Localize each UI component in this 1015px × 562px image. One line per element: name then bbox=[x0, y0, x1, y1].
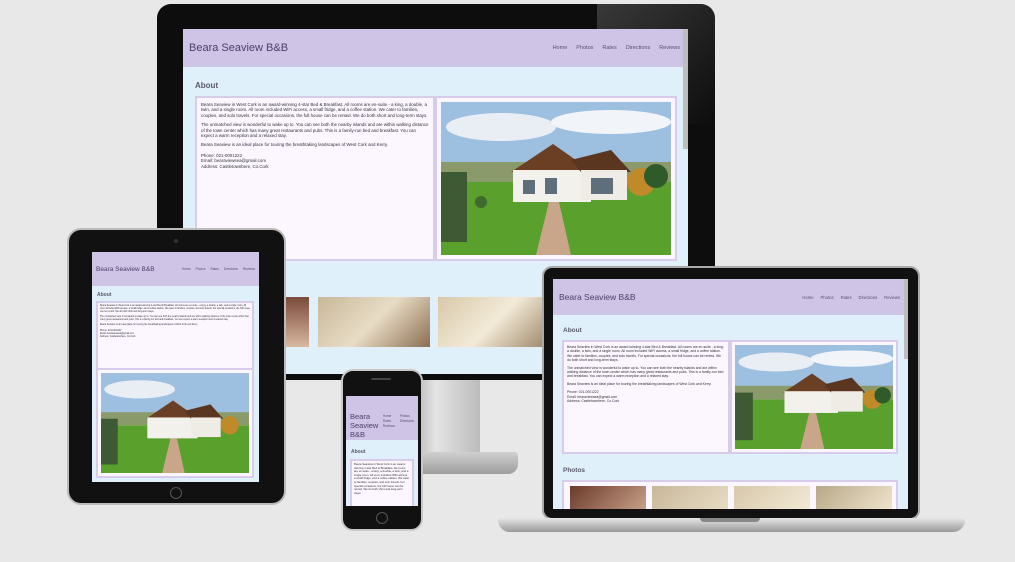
phone-speaker bbox=[371, 378, 391, 380]
tablet-para-3: Beara Seaview is an ideal place for tour… bbox=[100, 324, 198, 326]
about-para-1: Beara Seaview in West Cork is an award-w… bbox=[201, 102, 428, 118]
tablet-about-heading: About bbox=[97, 292, 112, 298]
laptop-nav-reviews[interactable]: Reviews bbox=[884, 295, 900, 300]
tablet-brand[interactable]: Beara Seaview B&B bbox=[96, 266, 155, 273]
laptop-room-1 bbox=[570, 486, 646, 509]
laptop-house-photo bbox=[735, 345, 893, 449]
tablet-nav-directions[interactable]: Directions bbox=[224, 267, 238, 271]
phone-nav-reviews[interactable]: Reviews bbox=[383, 424, 395, 428]
laptop-notch bbox=[700, 518, 760, 522]
laptop-brand[interactable]: Beara Seaview B&B bbox=[559, 292, 636, 302]
house-image bbox=[441, 102, 671, 255]
about-heading: About bbox=[195, 81, 219, 90]
tablet-nav: Home Photos Rates Directions Reviews bbox=[182, 267, 255, 271]
tablet-para-1: Beara Seaview in West Cork is an award-w… bbox=[100, 305, 250, 313]
tablet-nav-reviews[interactable]: Reviews bbox=[243, 267, 255, 271]
phone-para-1: Beara Seaview in West Cork is an award-w… bbox=[354, 462, 410, 495]
room-photo-3 bbox=[438, 297, 550, 347]
nav-directions[interactable]: Directions bbox=[626, 45, 650, 51]
laptop-photo-box bbox=[730, 340, 898, 454]
tablet-house-photo bbox=[101, 373, 249, 473]
phone-about-heading: About bbox=[351, 449, 366, 455]
laptop-site-header: Beara Seaview B&B Home Photos Rates Dire… bbox=[553, 279, 908, 315]
laptop-room-2 bbox=[652, 486, 728, 509]
nav-home[interactable]: Home bbox=[553, 45, 568, 51]
laptop-screen: Beara Seaview B&B Home Photos Rates Dire… bbox=[553, 279, 908, 509]
laptop-nav-home[interactable]: Home bbox=[802, 295, 813, 300]
laptop-photos-box bbox=[562, 480, 898, 509]
about-para-3: Beara Seaview is an ideal place for tour… bbox=[201, 142, 389, 148]
laptop-para-3: Beara Seaview is an ideal place for tour… bbox=[567, 381, 712, 386]
laptop-para-2: The unmatched view is wonderful to wake … bbox=[567, 365, 724, 379]
site-header: Beara Seaview B&B Home Photos Rates Dire… bbox=[183, 29, 688, 67]
phone-about-box: Beara Seaview in West Cork is an award-w… bbox=[350, 459, 414, 506]
nav-rates[interactable]: Rates bbox=[602, 45, 616, 51]
laptop-about-box: Beara Seaview in West Cork is an award-w… bbox=[562, 340, 730, 454]
room-photo-2 bbox=[318, 297, 430, 347]
laptop-nav: Home Photos Rates Directions Reviews bbox=[802, 295, 900, 300]
tablet-nav-rates[interactable]: Rates bbox=[210, 267, 218, 271]
tablet-nav-photos[interactable]: Photos bbox=[196, 267, 206, 271]
laptop-photos-heading: Photos bbox=[563, 467, 586, 474]
tablet-nav-home[interactable]: Home bbox=[182, 267, 191, 271]
tablet-about-box: Beara Seaview in West Cork is an award-w… bbox=[96, 301, 254, 371]
laptop-nav-photos[interactable]: Photos bbox=[821, 295, 834, 300]
phone-screen: Beara Seaview B&B Home Photos Rates Dire… bbox=[346, 396, 418, 506]
tablet-home-button[interactable] bbox=[170, 487, 182, 499]
laptop-nav-rates[interactable]: Rates bbox=[841, 295, 852, 300]
house-photo bbox=[441, 102, 671, 255]
laptop-nav-directions[interactable]: Directions bbox=[859, 295, 878, 300]
phone-nav-rates[interactable]: Rates bbox=[383, 419, 395, 423]
laptop-room-4 bbox=[816, 486, 892, 509]
phone-nav-directions[interactable]: Directions bbox=[400, 419, 414, 423]
about-photo-box bbox=[435, 96, 677, 261]
about-address: Address: Castletownbere, Co.Cork bbox=[201, 163, 269, 169]
laptop-house-image bbox=[735, 345, 893, 449]
about-para-2: The unmatched view is wonderful to wake … bbox=[201, 122, 429, 139]
tablet-photo-box bbox=[96, 368, 254, 478]
scrollbar[interactable] bbox=[683, 29, 688, 149]
laptop-about-heading: About bbox=[563, 327, 582, 334]
tablet-screen: Beara Seaview B&B Home Photos Rates Dire… bbox=[92, 252, 259, 482]
tablet-address: Address: Castletownbere, Co.Cork bbox=[100, 336, 136, 338]
phone-nav: Home Photos Rates Directions Reviews bbox=[383, 414, 414, 428]
tablet-camera bbox=[174, 239, 178, 243]
laptop-scrollbar[interactable] bbox=[904, 279, 908, 359]
tablet-site-header: Beara Seaview B&B Home Photos Rates Dire… bbox=[92, 252, 259, 286]
laptop-para-1: Beara Seaview in West Cork is an award-w… bbox=[567, 345, 724, 363]
phone-nav-photos[interactable]: Photos bbox=[400, 414, 414, 418]
nav-photos[interactable]: Photos bbox=[576, 45, 593, 51]
laptop-address: Address: Castletownbere, Co.Cork bbox=[567, 399, 620, 404]
site-nav: Home Photos Rates Directions Reviews bbox=[553, 45, 680, 51]
nav-reviews[interactable]: Reviews bbox=[659, 45, 680, 51]
phone-site-header: Beara Seaview B&B Home Photos Rates Dire… bbox=[346, 396, 418, 440]
tablet-house-image bbox=[101, 373, 249, 473]
tablet-para-2: The unmatched view is wonderful to wake … bbox=[100, 316, 249, 321]
phone-home-button[interactable] bbox=[376, 512, 388, 524]
phone-brand[interactable]: Beara Seaview B&B bbox=[350, 412, 382, 439]
site-brand[interactable]: Beara Seaview B&B bbox=[189, 42, 288, 54]
laptop-room-3 bbox=[734, 486, 810, 509]
phone-nav-home[interactable]: Home bbox=[383, 414, 395, 418]
